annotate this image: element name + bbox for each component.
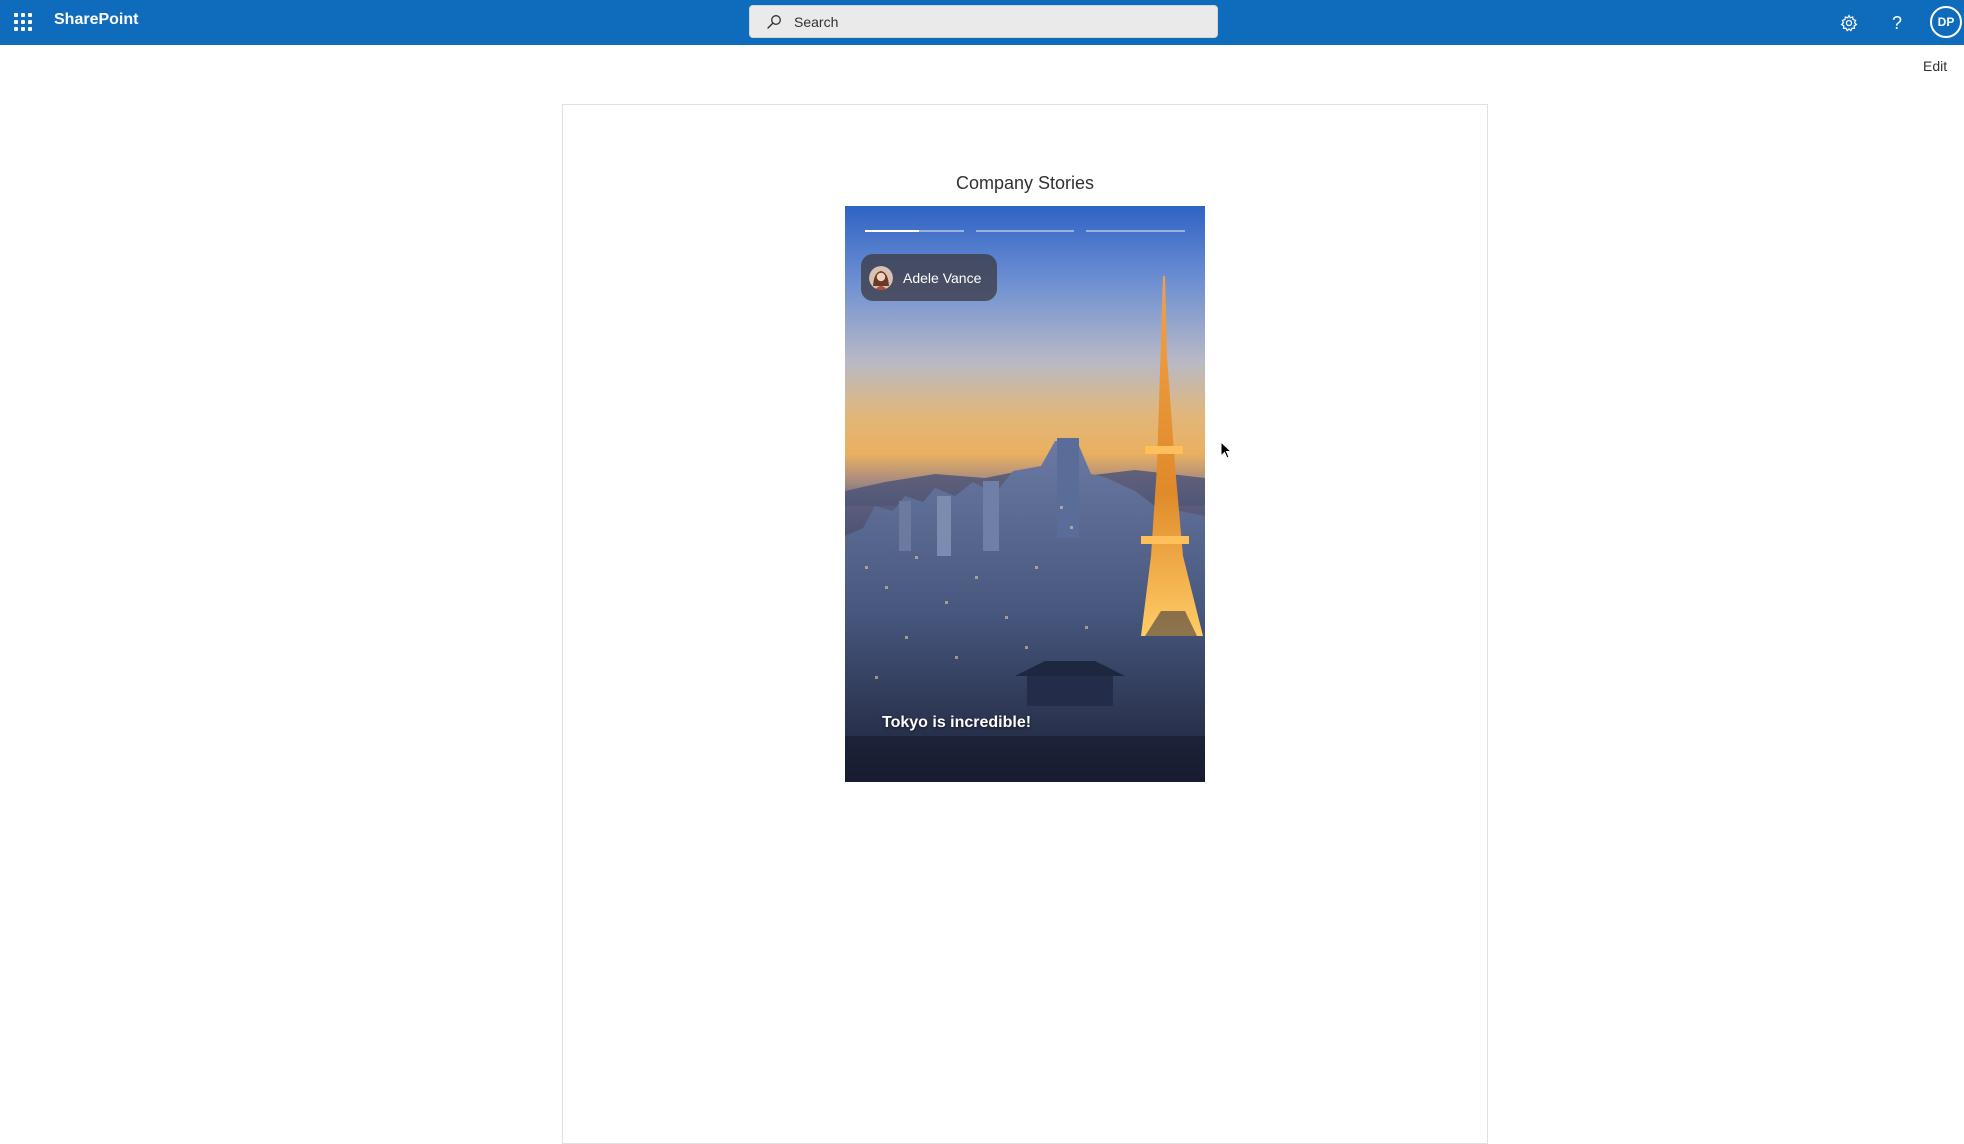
user-avatar[interactable]: DP [1930, 6, 1962, 38]
app-launcher-waffle-icon[interactable] [9, 8, 37, 36]
settings-gear-icon[interactable] [1834, 8, 1864, 38]
suite-bar: SharePoint ? DP [0, 0, 1964, 45]
author-name: Adele Vance [903, 269, 982, 286]
edit-button[interactable]: Edit [1923, 58, 1947, 74]
story-author-chip[interactable]: Adele Vance [861, 254, 998, 301]
progress-segment [975, 230, 1075, 232]
story-progress [865, 230, 1186, 232]
story-card[interactable]: Adele Vance Tokyo is incredible! [845, 206, 1205, 782]
progress-fill [865, 230, 920, 232]
story-caption: Tokyo is incredible! [882, 714, 1032, 731]
mouse-cursor-icon [1220, 441, 1232, 459]
help-icon[interactable]: ? [1882, 8, 1912, 38]
search-box[interactable] [749, 5, 1218, 38]
progress-segment [865, 230, 964, 232]
web-part-title: Company Stories [955, 173, 1095, 193]
author-avatar [869, 265, 893, 290]
app-name-link[interactable]: SharePoint [54, 11, 138, 29]
search-icon [767, 14, 781, 29]
page-canvas: Company Stories Adele Vance Tokyo is inc… [562, 104, 1488, 1144]
search-input[interactable] [792, 12, 1172, 31]
progress-segment [1086, 230, 1186, 232]
